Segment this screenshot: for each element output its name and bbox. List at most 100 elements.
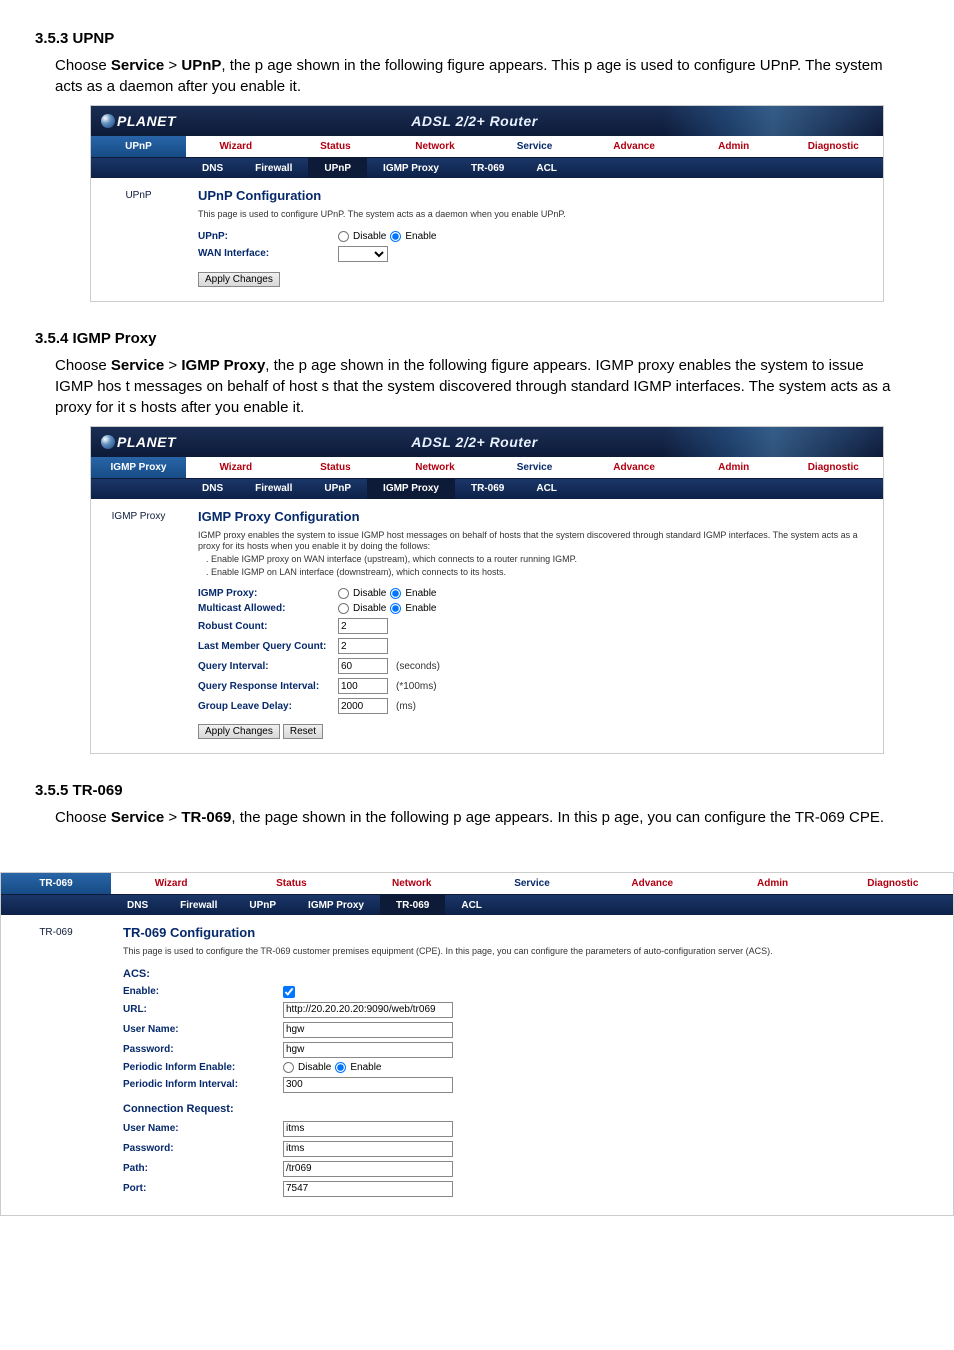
tab-diagnostic[interactable]: Diagnostic <box>783 457 883 478</box>
tab-diagnostic[interactable]: Diagnostic <box>833 873 953 894</box>
upnp-disable-radio[interactable] <box>338 231 349 242</box>
url-input[interactable] <box>283 1002 453 1018</box>
subtab-upnp[interactable]: UPnP <box>308 479 367 499</box>
subtab-igmp[interactable]: IGMP Proxy <box>367 479 455 499</box>
multicast-disable-radio[interactable] <box>338 603 349 614</box>
banner-title: ADSL 2/2+ Router <box>186 434 883 450</box>
subtab-firewall[interactable]: Firewall <box>239 158 308 178</box>
pass-input[interactable] <box>283 1042 453 1058</box>
subtab-acl[interactable]: ACL <box>445 895 498 915</box>
pass-label: Password: <box>123 1044 283 1055</box>
multicast-enable-text: Enable <box>405 603 436 614</box>
multicast-enable-radio[interactable] <box>390 603 401 614</box>
subtab-dns[interactable]: DNS <box>186 479 239 499</box>
subtab-upnp[interactable]: UPnP <box>233 895 292 915</box>
tab-tr069-active[interactable]: TR-069 <box>1 873 111 894</box>
apply-changes-button[interactable]: Apply Changes <box>198 724 280 739</box>
tab-admin[interactable]: Admin <box>712 873 832 894</box>
apply-changes-button[interactable]: Apply Changes <box>198 272 280 287</box>
enable-checkbox[interactable] <box>283 986 295 998</box>
conn-pass-input[interactable] <box>283 1141 453 1157</box>
periodic-enable-radio[interactable] <box>335 1062 346 1073</box>
globe-icon <box>101 114 115 128</box>
reset-button[interactable]: Reset <box>283 724 323 739</box>
section-heading-upnp: 3.5.3 UPNP <box>35 30 919 47</box>
acs-heading: ACS: <box>123 968 941 980</box>
subtab-acl[interactable]: ACL <box>520 158 573 178</box>
last-label: Last Member Query Count: <box>198 641 338 652</box>
tab-admin[interactable]: Admin <box>684 136 784 157</box>
conf-title: UPnP Configuration <box>198 188 871 203</box>
conn-user-label: User Name: <box>123 1123 283 1134</box>
periodic-interval-input[interactable] <box>283 1077 453 1093</box>
query-interval-input[interactable] <box>338 658 388 674</box>
brand-logo: PLANET <box>91 434 186 450</box>
group-leave-input[interactable] <box>338 698 388 714</box>
tab-network[interactable]: Network <box>385 136 485 157</box>
subtab-tr069[interactable]: TR-069 <box>455 158 520 178</box>
port-input[interactable] <box>283 1181 453 1197</box>
subtab-igmp[interactable]: IGMP Proxy <box>292 895 380 915</box>
subtab-dns[interactable]: DNS <box>111 895 164 915</box>
subtab-firewall[interactable]: Firewall <box>164 895 233 915</box>
tab-advance[interactable]: Advance <box>584 136 684 157</box>
tab-service[interactable]: Service <box>485 457 585 478</box>
robust-input[interactable] <box>338 618 388 634</box>
igmp-disable-radio[interactable] <box>338 588 349 599</box>
query-resp-label: Query Response Interval: <box>198 681 338 692</box>
subtab-dns[interactable]: DNS <box>186 158 239 178</box>
tab-network[interactable]: Network <box>352 873 472 894</box>
periodic-disable-radio[interactable] <box>283 1062 294 1073</box>
tab-status[interactable]: Status <box>286 136 386 157</box>
subtab-acl[interactable]: ACL <box>520 479 573 499</box>
multicast-disable-text: Disable <box>353 603 386 614</box>
subtab-igmp[interactable]: IGMP Proxy <box>367 158 455 178</box>
subtab-tr069[interactable]: TR-069 <box>380 895 445 915</box>
igmp-enable-text: Enable <box>405 588 436 599</box>
path-label: Path: <box>123 1163 283 1174</box>
igmp-disable-text: Disable <box>353 588 386 599</box>
upnp-enable-radio[interactable] <box>390 231 401 242</box>
tab-status[interactable]: Status <box>286 457 386 478</box>
conf-desc: This page is used to configure UPnP. The… <box>198 209 871 221</box>
tab-status[interactable]: Status <box>231 873 351 894</box>
group-leave-unit: (ms) <box>396 701 416 712</box>
conf-desc: IGMP proxy enables the system to issue I… <box>198 530 871 579</box>
intro-text-igmp: Choose Service > IGMP Proxy, the p age s… <box>35 355 919 418</box>
query-resp-unit: (*100ms) <box>396 681 437 692</box>
tab-igmp-active[interactable]: IGMP Proxy <box>91 457 186 478</box>
user-input[interactable] <box>283 1022 453 1038</box>
side-label: TR-069 <box>1 915 111 1215</box>
tab-diagnostic[interactable]: Diagnostic <box>783 136 883 157</box>
wan-select[interactable] <box>338 246 388 262</box>
tab-advance[interactable]: Advance <box>584 457 684 478</box>
tab-service[interactable]: Service <box>485 136 585 157</box>
conn-heading: Connection Request: <box>123 1103 941 1115</box>
tab-service[interactable]: Service <box>472 873 592 894</box>
screenshot-upnp: PLANET ADSL 2/2+ Router UPnP Wizard Stat… <box>90 105 884 302</box>
tab-network[interactable]: Network <box>385 457 485 478</box>
tab-wizard[interactable]: Wizard <box>186 136 286 157</box>
subtab-upnp[interactable]: UPnP <box>308 158 367 178</box>
port-label: Port: <box>123 1183 283 1194</box>
brand-logo: PLANET <box>91 113 186 129</box>
subtab-tr069[interactable]: TR-069 <box>455 479 520 499</box>
query-resp-input[interactable] <box>338 678 388 694</box>
intro-text-upnp: Choose Service > UPnP, the p age shown i… <box>35 55 919 97</box>
tab-wizard[interactable]: Wizard <box>186 457 286 478</box>
tab-admin[interactable]: Admin <box>684 457 784 478</box>
screenshot-tr069: TR-069 Wizard Status Network Service Adv… <box>0 872 954 1216</box>
screenshot-igmp: PLANET ADSL 2/2+ Router IGMP Proxy Wizar… <box>90 426 884 755</box>
sub-tabs: DNS Firewall UPnP IGMP Proxy TR-069 ACL <box>91 479 883 499</box>
subtab-firewall[interactable]: Firewall <box>239 479 308 499</box>
tab-advance[interactable]: Advance <box>592 873 712 894</box>
group-leave-label: Group Leave Delay: <box>198 701 338 712</box>
sub-tabs: DNS Firewall UPnP IGMP Proxy TR-069 ACL <box>91 158 883 178</box>
conn-user-input[interactable] <box>283 1121 453 1137</box>
conn-pass-label: Password: <box>123 1143 283 1154</box>
igmp-enable-radio[interactable] <box>390 588 401 599</box>
tab-upnp-active[interactable]: UPnP <box>91 136 186 157</box>
path-input[interactable] <box>283 1161 453 1177</box>
tab-wizard[interactable]: Wizard <box>111 873 231 894</box>
last-input[interactable] <box>338 638 388 654</box>
